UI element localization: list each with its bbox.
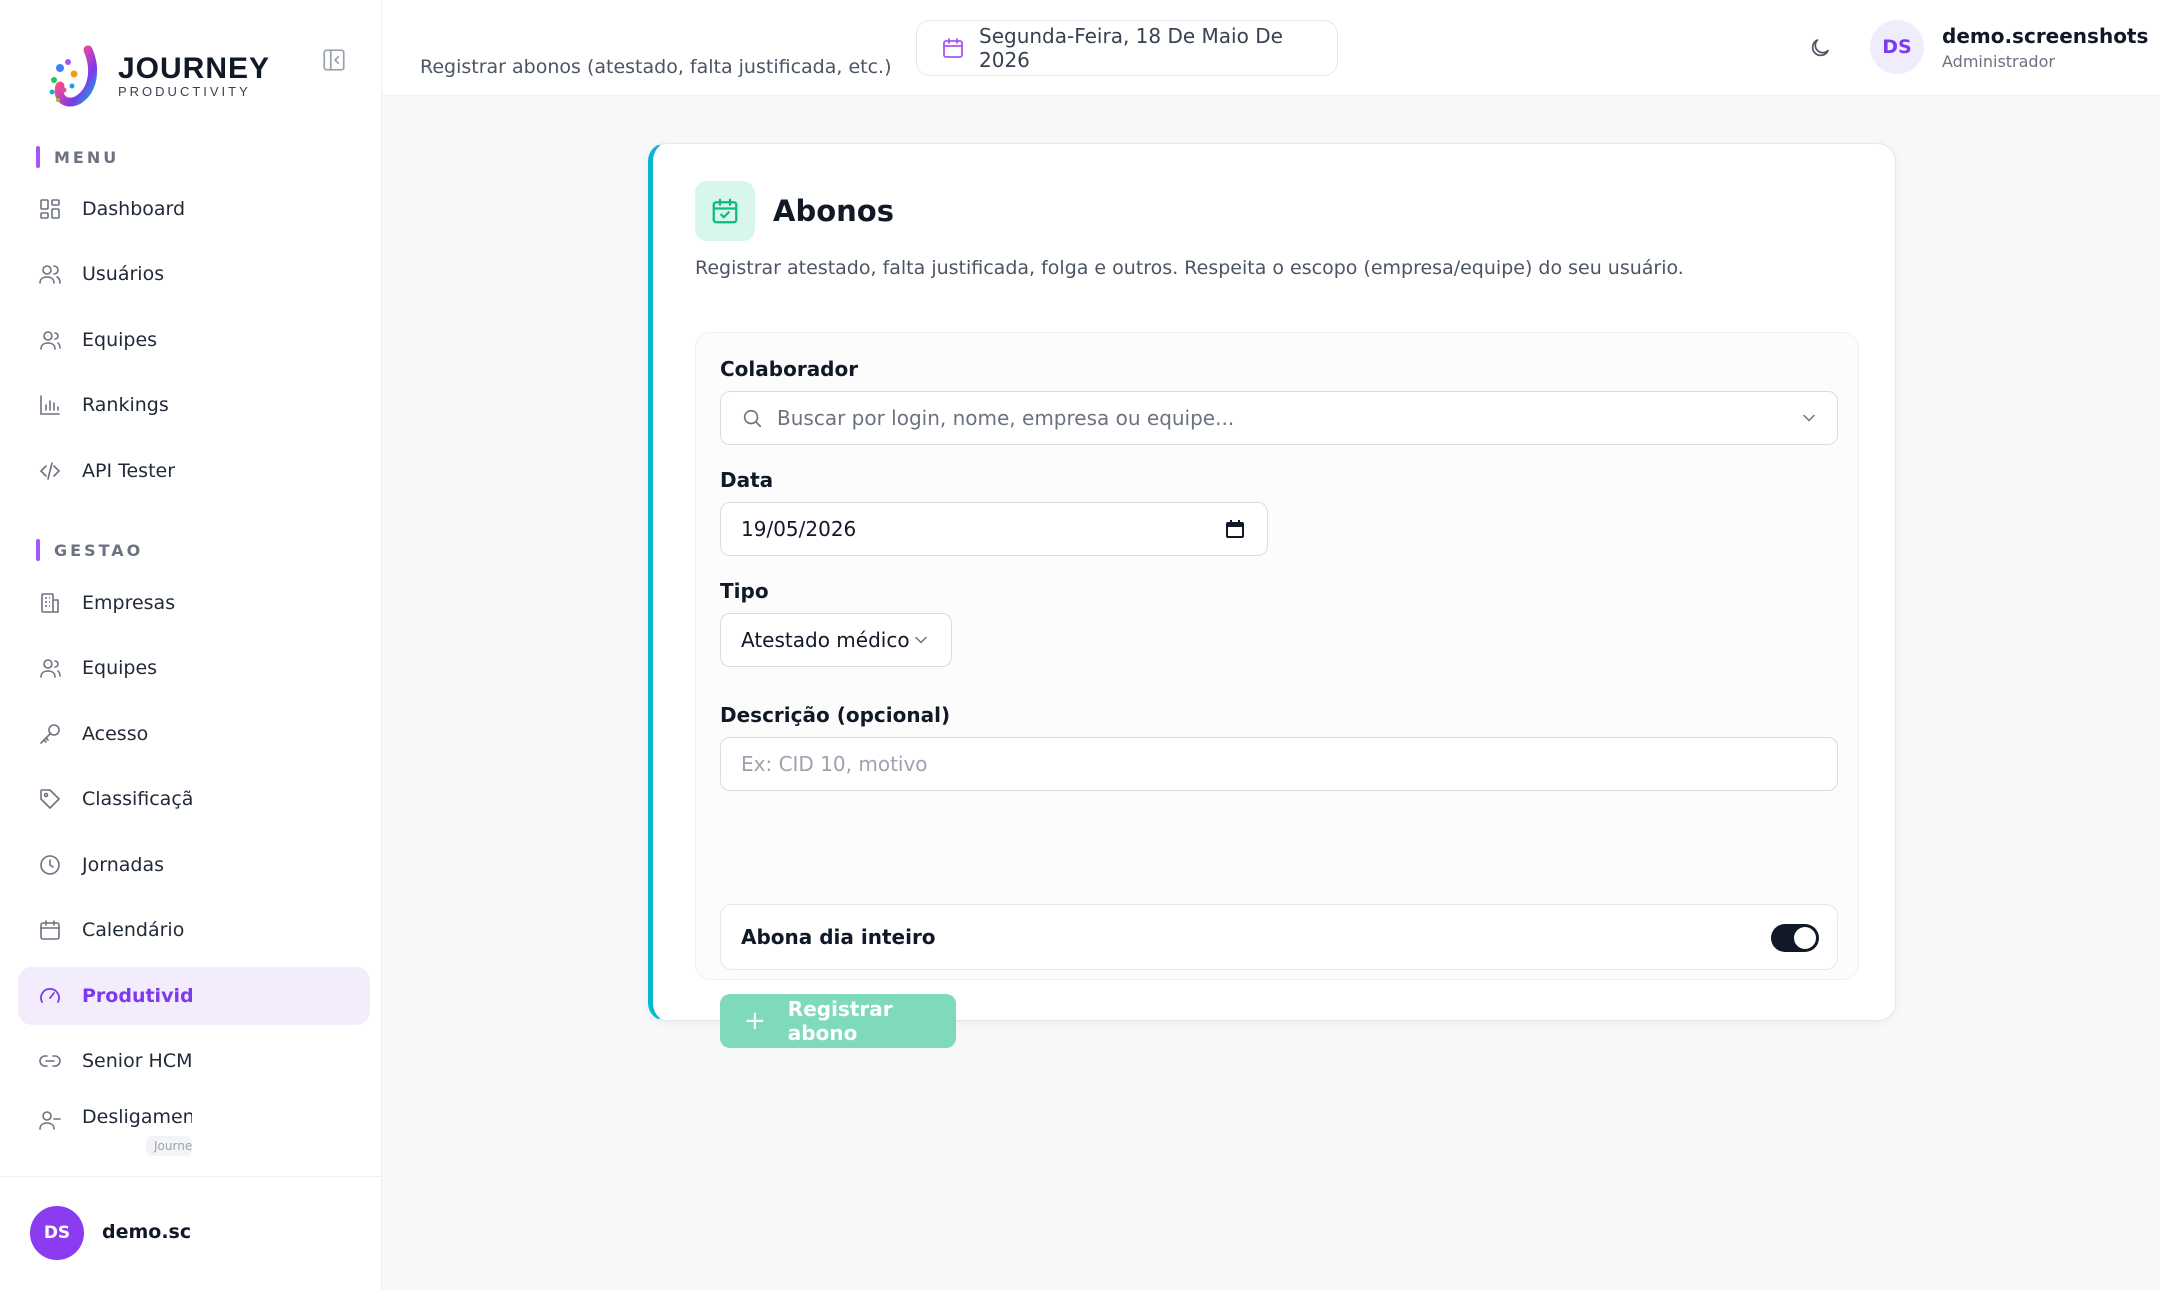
journey-logo-icon — [44, 28, 114, 114]
team-icon — [36, 654, 64, 682]
moon-icon — [1808, 36, 1832, 60]
version-tag: Journey — [146, 1136, 192, 1156]
colaborador-placeholder: Buscar por login, nome, empresa ou equip… — [777, 406, 1235, 430]
footer-username: demo.screenshots — [102, 1221, 192, 1243]
gauge-icon — [36, 982, 64, 1010]
user-minus-icon — [36, 1106, 64, 1134]
chevron-down-icon — [911, 630, 931, 650]
section-label-gestao: GESTAO — [36, 539, 143, 561]
sidebar-item-label: Acesso — [82, 723, 149, 745]
sidebar-item-label: Produtividade — [82, 985, 192, 1007]
sidebar: JOURNEY PRODUCTIVITY MENU Dashboard Usuá… — [0, 0, 382, 1290]
descricao-placeholder: Ex: CID 10, motivo — [741, 752, 928, 776]
sidebar-item-classificacao[interactable]: Classificação — [18, 770, 370, 828]
abona-dia-inteiro-row: Abona dia inteiro — [720, 904, 1838, 970]
colaborador-label: Colaborador — [720, 357, 859, 381]
date-chip: Segunda-Feira, 18 De Maio De 2026 — [916, 20, 1338, 76]
calendar-icon — [36, 916, 64, 944]
avatar: DS — [30, 1206, 84, 1260]
sidebar-item-label: Empresas — [82, 592, 176, 614]
calendar-picker-icon[interactable] — [1223, 517, 1247, 541]
sidebar-item-dashboard[interactable]: Dashboard — [18, 180, 370, 238]
toggle-label: Abona dia inteiro — [741, 925, 936, 949]
sidebar-item-usuarios[interactable]: Usuários — [18, 245, 370, 303]
key-icon — [36, 720, 64, 748]
tipo-value: Atestado médico — [741, 628, 910, 652]
abona-dia-inteiro-toggle[interactable] — [1771, 924, 1819, 952]
date-input[interactable]: 19/05/2026 — [720, 502, 1268, 556]
sidebar-item-desligamentos[interactable]: Desligamentos — [18, 1098, 370, 1138]
user-role: Administrador — [1942, 52, 2055, 71]
sidebar-item-label: Desligamentos — [82, 1106, 192, 1128]
search-icon — [741, 407, 763, 429]
sidebar-collapse-icon — [321, 47, 347, 73]
chevron-down-icon[interactable] — [1799, 408, 1819, 428]
sidebar-footer[interactable]: DS demo.screenshots — [0, 1176, 382, 1290]
abono-form: Colaborador Buscar por login, nome, empr… — [695, 332, 1859, 1048]
code-icon — [36, 457, 64, 485]
registrar-abono-button[interactable]: + Registrar abono — [720, 994, 956, 1048]
abonos-card: Abonos Registrar atestado, falta justifi… — [648, 143, 1896, 1048]
calendar-icon — [941, 36, 965, 60]
team-icon — [36, 326, 64, 354]
sidebar-item-calendario[interactable]: Calendário — [18, 901, 370, 959]
current-date: Segunda-Feira, 18 De Maio De 2026 — [979, 24, 1283, 72]
descricao-input[interactable]: Ex: CID 10, motivo — [720, 737, 1838, 791]
sidebar-item-acesso[interactable]: Acesso — [18, 705, 370, 763]
collapse-sidebar-button[interactable] — [320, 46, 348, 74]
user-info[interactable]: demo.screenshots Administrador — [1942, 24, 2148, 71]
avatar[interactable]: DS — [1870, 20, 1924, 74]
sidebar-item-label: Classificação — [82, 788, 192, 810]
page-subtitle: Registrar abonos (atestado, falta justif… — [420, 56, 892, 78]
sidebar-item-equipes-gestao[interactable]: Equipes — [18, 639, 370, 697]
sidebar-item-label: API Tester — [82, 460, 176, 482]
section-label-menu: MENU — [36, 146, 119, 168]
sidebar-item-label: Equipes — [82, 657, 158, 679]
tipo-label: Tipo — [720, 579, 769, 603]
submit-label: Registrar abono — [787, 997, 893, 1045]
toggle-knob — [1794, 927, 1816, 949]
building-icon — [36, 589, 64, 617]
tag-icon — [36, 785, 64, 813]
sidebar-item-label: Rankings — [82, 394, 169, 416]
sidebar-item-empresas[interactable]: Empresas — [18, 574, 370, 632]
brand-subtitle: PRODUCTIVITY — [118, 83, 251, 99]
sidebar-item-label: Usuários — [82, 263, 165, 285]
users-icon — [36, 260, 64, 288]
bar-chart-icon — [36, 391, 64, 419]
top-header: Registrar abonos (atestado, falta justif… — [382, 0, 2160, 96]
sidebar-item-label: Calendário — [82, 919, 185, 941]
brand-logo[interactable]: JOURNEY PRODUCTIVITY — [44, 28, 270, 114]
sidebar-item-senior-hcm[interactable]: Senior HCM — [18, 1032, 370, 1090]
sidebar-item-api-tester[interactable]: API Tester — [18, 442, 370, 500]
grid-icon — [36, 195, 64, 223]
brand-name: JOURNEY — [118, 51, 271, 85]
sidebar-item-rankings[interactable]: Rankings — [18, 376, 370, 434]
descricao-label: Descrição (opcional) — [720, 703, 951, 727]
data-label: Data — [720, 468, 774, 492]
page-title: Abonos — [773, 194, 894, 228]
calendar-check-icon — [695, 181, 755, 241]
page-description: Registrar atestado, falta justificada, f… — [695, 257, 1684, 279]
sidebar-item-label: Jornadas — [82, 854, 164, 876]
date-value: 19/05/2026 — [741, 517, 857, 541]
tipo-select[interactable]: Atestado médico — [720, 613, 952, 667]
sidebar-item-jornadas[interactable]: Jornadas — [18, 836, 370, 894]
user-name: demo.screenshots — [1942, 24, 2149, 48]
sidebar-item-equipes[interactable]: Equipes — [18, 311, 370, 369]
theme-toggle-button[interactable] — [1804, 32, 1836, 64]
colaborador-search-input[interactable]: Buscar por login, nome, empresa ou equip… — [720, 391, 1838, 445]
link-icon — [36, 1047, 64, 1075]
sidebar-item-label: Senior HCM — [82, 1050, 193, 1072]
sidebar-item-produtividade[interactable]: Produtividade — [18, 967, 370, 1025]
plus-icon: + — [744, 1006, 766, 1036]
sidebar-item-label: Dashboard — [82, 198, 186, 220]
clock-icon — [36, 851, 64, 879]
sidebar-item-label: Equipes — [82, 329, 158, 351]
